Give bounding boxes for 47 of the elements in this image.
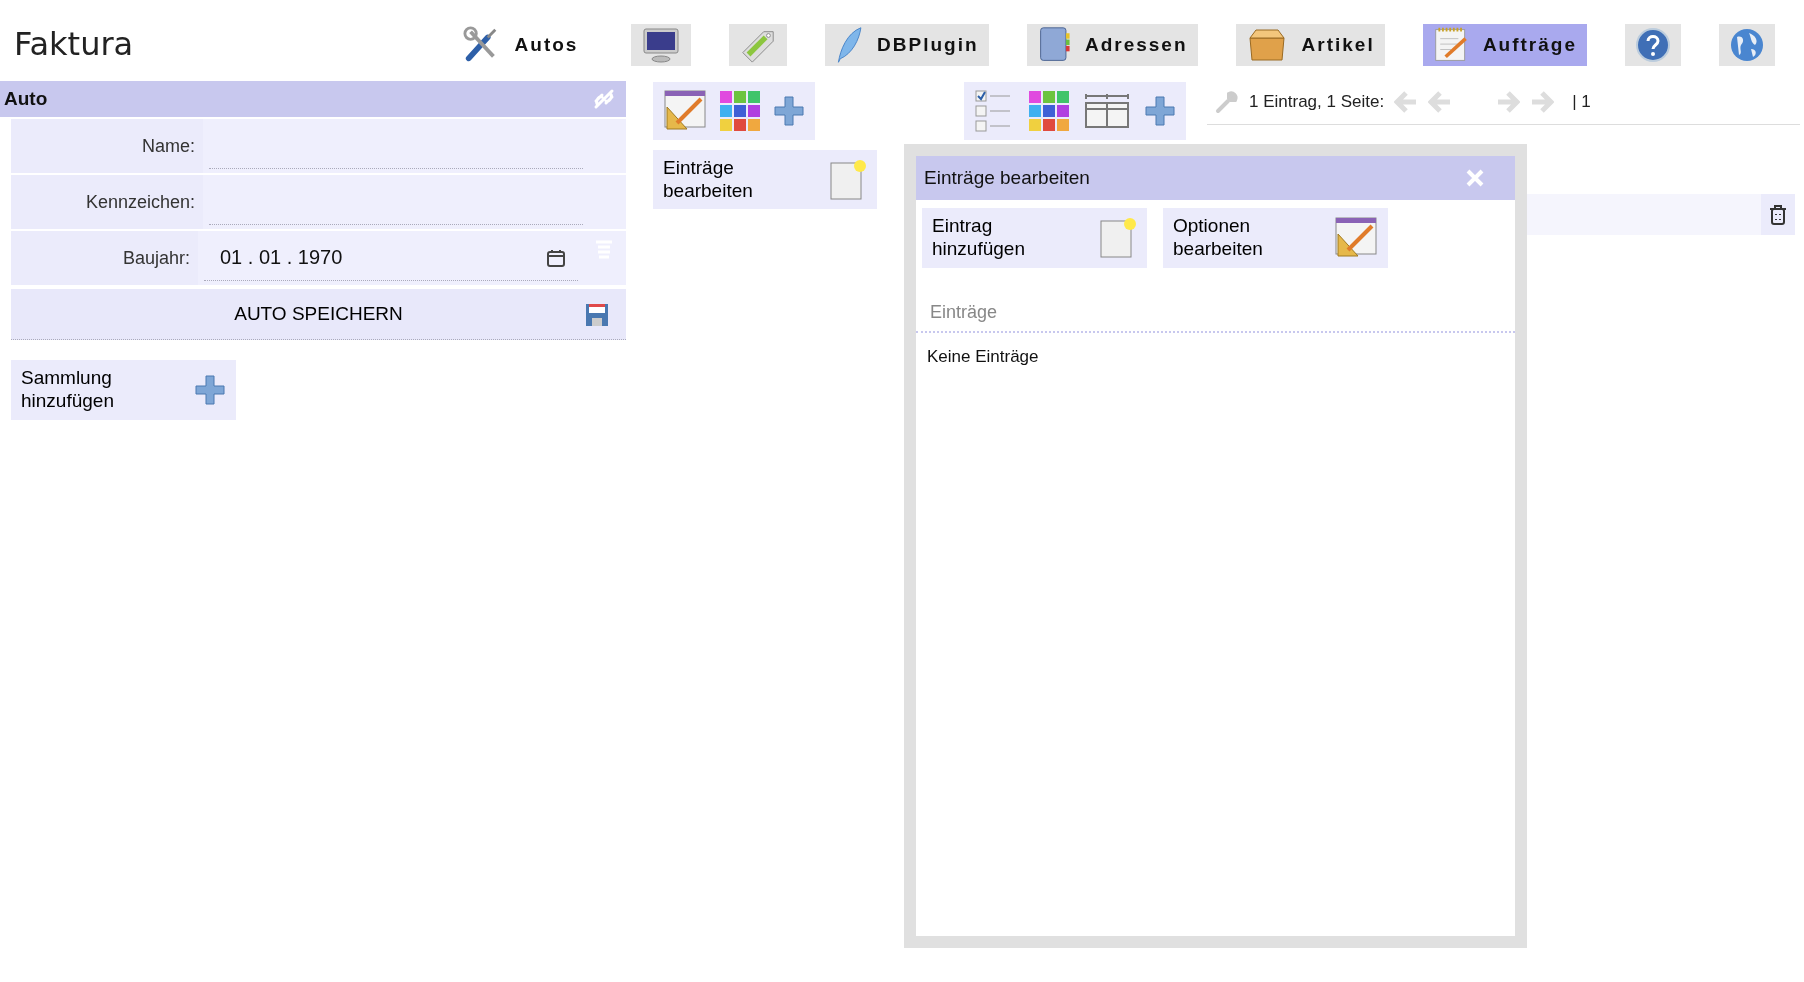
save-button[interactable]: AUTO SPEICHERN [11, 289, 626, 340]
notepad-icon [1432, 26, 1469, 64]
plus-icon [194, 374, 226, 406]
monitor-icon [641, 26, 682, 64]
plus-icon[interactable] [773, 95, 805, 127]
columns-icon[interactable] [1084, 93, 1130, 129]
nav-tab[interactable]: DBPlugin [825, 24, 989, 66]
add-collection-button[interactable]: Sammlung hinzufügen [11, 360, 236, 420]
nav-tab[interactable]: Autos [462, 24, 579, 66]
help-icon [1635, 27, 1671, 63]
blank-page-icon [829, 158, 867, 201]
close-icon[interactable] [1465, 168, 1485, 188]
nav-tab[interactable]: Adressen [1026, 24, 1198, 66]
trash-icon[interactable] [1767, 203, 1789, 226]
feather-icon [835, 26, 864, 64]
panel-title: Auto [4, 88, 48, 110]
color-grid-icon[interactable] [1028, 90, 1070, 132]
previous-page-icon[interactable] [1428, 91, 1453, 113]
edit-entries-button[interactable]: Einträge bearbeiten [653, 150, 877, 209]
plus-icon[interactable] [1144, 95, 1176, 127]
nav-tab[interactable]: Artikel [1235, 24, 1385, 66]
nav-tab[interactable]: Aufträge [1422, 24, 1587, 66]
pager-summary: 1 Eintrag, 1 Seite: [1249, 92, 1385, 112]
options-editor-icon [1334, 216, 1378, 260]
empty-message: Keine Einträge [926, 346, 1040, 368]
first-page-icon[interactable] [1394, 91, 1419, 113]
app-title: Faktura [14, 25, 134, 63]
globe-icon [1729, 27, 1765, 63]
page-number: | 1 [1572, 92, 1591, 112]
dialog-title: Einträge bearbeiten [924, 167, 1090, 189]
options-editor-icon[interactable] [663, 89, 707, 133]
field-label: Name: [11, 119, 203, 173]
section-heading: Einträge [916, 302, 1515, 333]
add-entry-button[interactable]: Eintrag hinzufügen [922, 208, 1147, 268]
field-label: Baujahr: [11, 231, 198, 285]
nav-tab[interactable] [1625, 24, 1681, 66]
last-page-icon[interactable] [1530, 91, 1555, 113]
edit-options-button[interactable]: Optionen bearbeiten [1163, 208, 1388, 268]
field-label: Kennzeichen: [11, 175, 203, 229]
nav-tab[interactable] [1719, 24, 1775, 66]
next-page-icon[interactable] [1496, 91, 1521, 113]
color-grid-icon[interactable] [719, 90, 761, 132]
calendar-icon[interactable] [546, 247, 566, 268]
wrench-icon[interactable] [1215, 90, 1239, 114]
unlink-icon[interactable] [592, 87, 616, 111]
nav-tab[interactable] [631, 24, 692, 66]
blank-page-icon [1099, 217, 1137, 259]
